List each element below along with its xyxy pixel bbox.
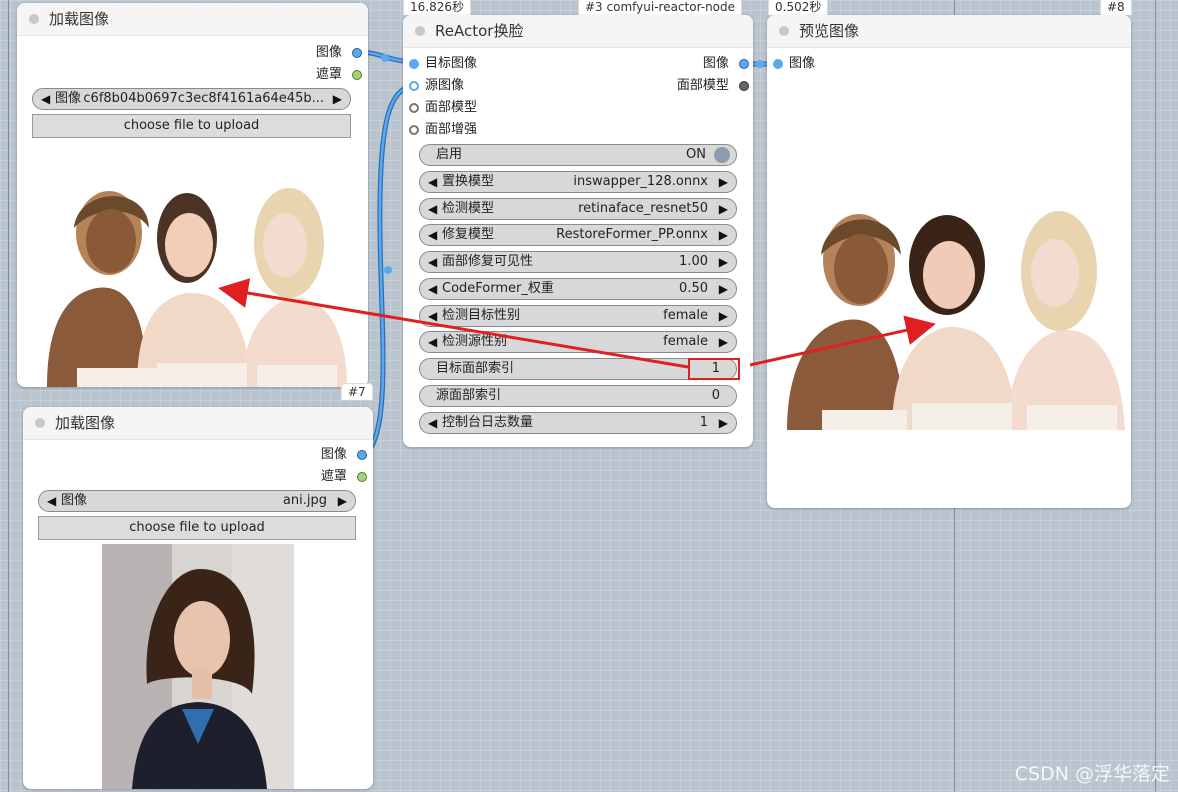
- watermark: CSDN @浮华落定: [1014, 763, 1170, 785]
- annotation-arrows: [218, 278, 936, 369]
